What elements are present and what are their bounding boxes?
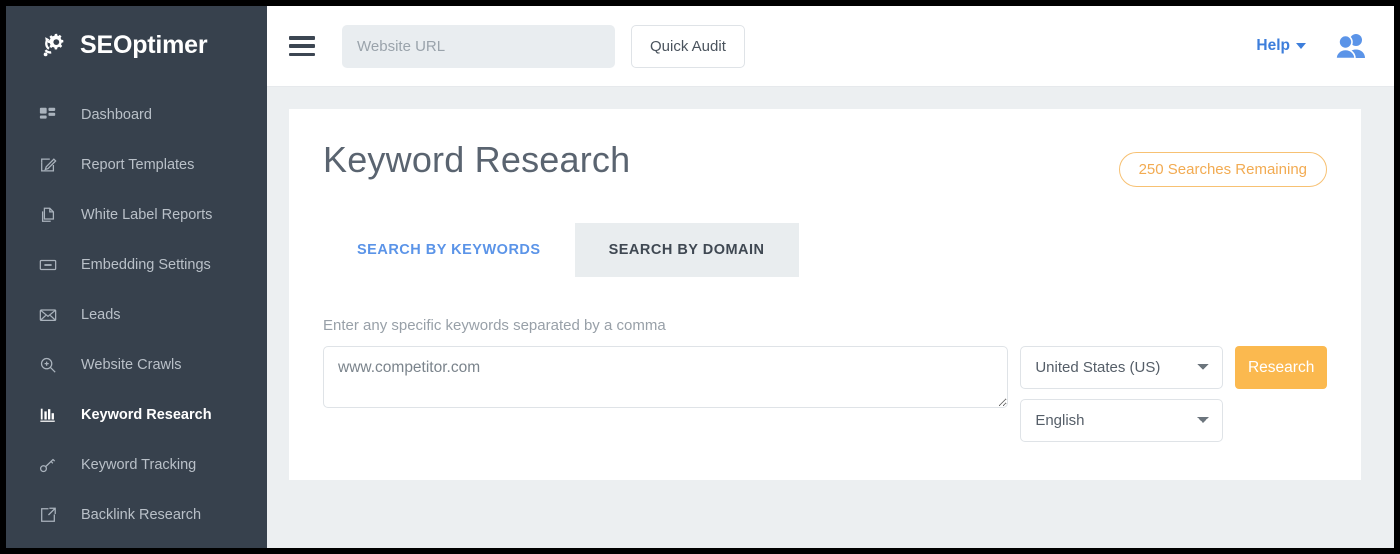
key-icon bbox=[38, 456, 57, 475]
brand-name: SEOptimer bbox=[80, 31, 207, 60]
help-label: Help bbox=[1256, 37, 1290, 55]
documents-copy-icon bbox=[38, 206, 57, 225]
hamburger-icon[interactable] bbox=[289, 36, 315, 56]
main-area: Quick Audit Help bbox=[267, 6, 1394, 548]
searches-remaining-badge: 250 Searches Remaining bbox=[1119, 152, 1327, 187]
magnifier-plus-icon bbox=[38, 356, 57, 375]
language-select[interactable]: English bbox=[1020, 399, 1223, 442]
sidebar-item-keyword-research[interactable]: Keyword Research bbox=[6, 390, 267, 440]
sidebar-nav: Dashboard Report Templates bbox=[6, 90, 267, 540]
sidebar-item-label: Keyword Tracking bbox=[81, 457, 196, 473]
app-window: SEOptimer Dashboard bbox=[0, 0, 1400, 554]
card-header: Keyword Research 250 Searches Remaining bbox=[323, 139, 1327, 187]
sidebar-item-label: Leads bbox=[81, 307, 121, 323]
quick-audit-button[interactable]: Quick Audit bbox=[631, 25, 745, 68]
sidebar-item-dashboard[interactable]: Dashboard bbox=[6, 90, 267, 140]
sidebar-item-label: Dashboard bbox=[81, 107, 152, 123]
research-button[interactable]: Research bbox=[1235, 346, 1327, 389]
locale-selects: United States (US) English bbox=[1020, 346, 1223, 442]
keywords-field-label: Enter any specific keywords separated by… bbox=[323, 317, 1327, 334]
embed-box-icon bbox=[38, 256, 57, 275]
sidebar-item-report-templates[interactable]: Report Templates bbox=[6, 140, 267, 190]
pencil-square-icon bbox=[38, 156, 57, 175]
topbar: Quick Audit Help bbox=[267, 6, 1394, 87]
tab-search-by-keywords[interactable]: SEARCH BY KEYWORDS bbox=[323, 223, 575, 277]
keywords-input[interactable] bbox=[323, 346, 1008, 408]
search-form-row: United States (US) English Research bbox=[323, 346, 1327, 442]
help-dropdown[interactable]: Help bbox=[1256, 37, 1306, 55]
sidebar-item-backlink-research[interactable]: Backlink Research bbox=[6, 490, 267, 540]
hamburger-bar bbox=[289, 53, 315, 57]
topbar-right: Help bbox=[1256, 32, 1368, 60]
keyword-research-card: Keyword Research 250 Searches Remaining … bbox=[289, 109, 1361, 480]
seoptimer-gear-logo-icon bbox=[36, 28, 70, 62]
sidebar-item-white-label-reports[interactable]: White Label Reports bbox=[6, 190, 267, 240]
sidebar-item-label: Keyword Research bbox=[81, 407, 212, 423]
sidebar-item-label: Embedding Settings bbox=[81, 257, 211, 273]
chevron-down-icon bbox=[1296, 43, 1306, 49]
sidebar-item-label: Report Templates bbox=[81, 157, 194, 173]
sidebar-item-keyword-tracking[interactable]: Keyword Tracking bbox=[6, 440, 267, 490]
country-select[interactable]: United States (US) bbox=[1020, 346, 1223, 389]
sidebar-item-label: Backlink Research bbox=[81, 507, 201, 523]
sidebar-item-embedding-settings[interactable]: Embedding Settings bbox=[6, 240, 267, 290]
users-avatar-icon[interactable] bbox=[1334, 32, 1368, 60]
hamburger-bar bbox=[289, 36, 315, 40]
sidebar-item-leads[interactable]: Leads bbox=[6, 290, 267, 340]
page-title: Keyword Research bbox=[323, 139, 630, 181]
content-area: Keyword Research 250 Searches Remaining … bbox=[267, 87, 1394, 548]
search-mode-tabs: SEARCH BY KEYWORDS SEARCH BY DOMAIN bbox=[323, 223, 1327, 277]
brand[interactable]: SEOptimer bbox=[6, 6, 267, 84]
sidebar-item-label: Website Crawls bbox=[81, 357, 181, 373]
hamburger-bar bbox=[289, 44, 315, 48]
sidebar-item-label: White Label Reports bbox=[81, 207, 212, 223]
tab-search-by-domain[interactable]: SEARCH BY DOMAIN bbox=[575, 223, 799, 277]
sidebar-item-website-crawls[interactable]: Website Crawls bbox=[6, 340, 267, 390]
bar-chart-icon bbox=[38, 406, 57, 425]
sidebar: SEOptimer Dashboard bbox=[6, 6, 267, 548]
external-link-icon bbox=[38, 506, 57, 525]
website-url-input[interactable] bbox=[342, 25, 615, 68]
dashboard-grid-icon bbox=[38, 106, 57, 125]
envelope-icon bbox=[38, 306, 57, 325]
